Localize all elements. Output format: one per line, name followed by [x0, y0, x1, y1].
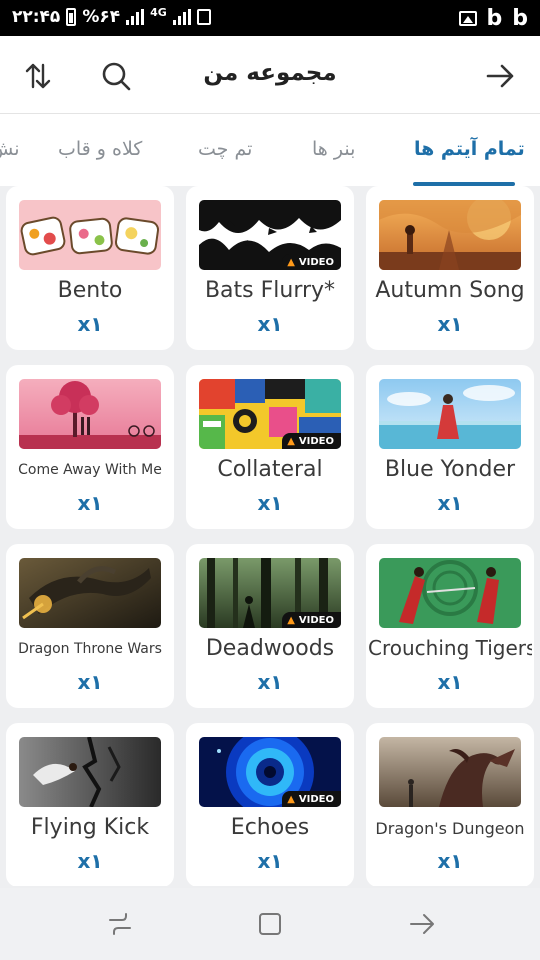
item-count: x۱: [257, 491, 283, 515]
item-card[interactable]: Autumn Song x۱: [366, 186, 534, 350]
back-nav-button[interactable]: [404, 908, 440, 940]
item-card[interactable]: ▲ VIDEO Bats Flurry* x۱: [186, 186, 354, 350]
battery-icon: [66, 8, 77, 26]
home-nav-icon: [259, 913, 281, 935]
item-count: x۱: [437, 670, 463, 694]
b-app-icon: b: [512, 6, 528, 31]
recents-nav-button[interactable]: [102, 908, 138, 940]
item-card[interactable]: Come Away With Me x۱: [6, 365, 174, 529]
item-card[interactable]: Flying Kick x۱: [6, 723, 174, 886]
item-count: x۱: [257, 312, 283, 336]
gallery-icon: [458, 11, 477, 26]
item-count: x۱: [77, 491, 103, 515]
item-name: Autumn Song: [375, 278, 525, 303]
item-name: Flying Kick: [30, 815, 150, 840]
back-nav-icon: [410, 914, 434, 934]
home-nav-button[interactable]: [252, 908, 288, 940]
signal-icon: [126, 9, 145, 25]
item-name: Deadwoods: [205, 636, 335, 661]
item-count: x۱: [77, 849, 103, 873]
tab-banners[interactable]: بنر ها: [312, 138, 355, 160]
item-name: Dragon Throne Wars: [18, 641, 162, 657]
items-grid: Autumn Song x۱ ▲ VIDEO Bats Flurry* x۱ Be…: [0, 186, 540, 886]
item-name: Collateral: [217, 457, 323, 482]
item-thumbnail: [379, 558, 521, 628]
tab-chat-theme[interactable]: تم چت: [198, 138, 252, 160]
status-right: b b: [458, 6, 528, 31]
item-card[interactable]: ▲ VIDEO Collateral x۱: [186, 365, 354, 529]
item-name: Echoes: [230, 815, 310, 840]
item-name: Dragon's Dungeon: [375, 819, 525, 838]
item-count: x۱: [77, 670, 103, 694]
item-count: x۱: [77, 312, 103, 336]
item-thumbnail: [379, 737, 521, 807]
item-thumbnail: [19, 379, 161, 449]
item-count: x۱: [437, 491, 463, 515]
item-thumbnail: [379, 379, 521, 449]
item-name: Blue Yonder: [384, 457, 516, 482]
item-thumbnail: [19, 558, 161, 628]
item-name: Come Away With Me: [18, 462, 162, 478]
tab-partial[interactable]: نش: [0, 138, 20, 160]
network-type: 4G: [150, 5, 167, 19]
tab-all-items[interactable]: تمام آیتم ها: [414, 138, 525, 160]
video-badge: ▲ VIDEO: [282, 254, 341, 270]
item-thumbnail: [379, 200, 521, 270]
item-count: x۱: [257, 849, 283, 873]
b-app-icon: b: [486, 6, 503, 31]
item-card[interactable]: Bento x۱: [6, 186, 174, 350]
item-card[interactable]: Blue Yonder x۱: [366, 365, 534, 529]
arrow-right-icon: [486, 64, 514, 88]
status-bar: ۲۲:۴۵ %۶۴ 4G b b: [0, 0, 540, 36]
flame-icon: ▲: [287, 256, 295, 268]
item-card[interactable]: ▲ VIDEO Deadwoods x۱: [186, 544, 354, 708]
item-count: x۱: [257, 670, 283, 694]
page-title: مجموعه من: [203, 60, 337, 86]
item-card[interactable]: ▲ VIDEO Echoes x۱: [186, 723, 354, 886]
flame-icon: ▲: [287, 435, 295, 447]
item-thumbnail: [19, 737, 161, 807]
battery-level: %۶۴: [82, 7, 121, 27]
signal-icon: [172, 9, 191, 25]
item-thumbnail: ▲ VIDEO: [199, 379, 341, 449]
item-thumbnail: [19, 200, 161, 270]
recents-nav-icon: [109, 913, 131, 935]
back-button[interactable]: [480, 56, 520, 96]
flame-icon: ▲: [287, 793, 295, 805]
system-nav-bar: [0, 888, 540, 960]
item-name: Bento: [57, 278, 123, 303]
tab-hats-frames[interactable]: کلاه و قاب: [58, 138, 142, 160]
item-thumbnail: ▲ VIDEO: [199, 200, 341, 270]
item-card[interactable]: Dragon Throne Wars x۱: [6, 544, 174, 708]
flame-icon: ▲: [287, 614, 295, 626]
sim-icon: [196, 9, 211, 25]
item-thumbnail: ▲ VIDEO: [199, 737, 341, 807]
item-card[interactable]: Dragon's Dungeon x۱: [366, 723, 534, 886]
video-badge: ▲ VIDEO: [282, 433, 341, 449]
item-count: x۱: [437, 849, 463, 873]
item-name: Crouching Tigers: [368, 636, 532, 660]
video-badge: ▲ VIDEO: [282, 791, 341, 807]
item-thumbnail: ▲ VIDEO: [199, 558, 341, 628]
item-card[interactable]: Crouching Tigers x۱: [366, 544, 534, 708]
video-badge: ▲ VIDEO: [282, 612, 341, 628]
status-left: ۲۲:۴۵ %۶۴ 4G: [12, 5, 211, 27]
app-bar: مجموعه من: [0, 36, 540, 114]
item-count: x۱: [437, 312, 463, 336]
clock: ۲۲:۴۵: [12, 7, 61, 27]
tab-bar: تمام آیتم ها بنر ها تم چت کلاه و قاب نش: [0, 114, 540, 186]
item-name: Bats Flurry*: [204, 278, 336, 303]
